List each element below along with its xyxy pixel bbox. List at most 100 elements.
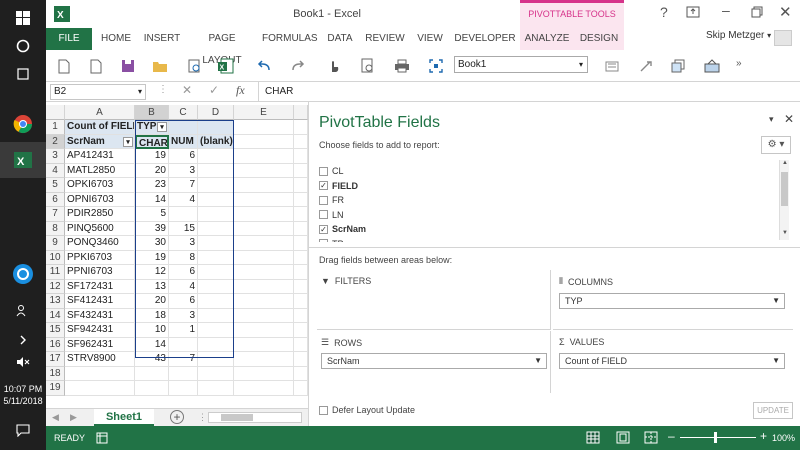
scroll-right-icon[interactable]: ▶ <box>70 412 77 423</box>
cell-blank[interactable] <box>198 149 234 164</box>
cell-char[interactable]: 43 <box>135 352 169 367</box>
rows-field-scrnam[interactable]: ScrNam ▼ <box>321 353 547 369</box>
cancel-entry-icon[interactable]: ✕ <box>182 83 192 97</box>
notification-icon[interactable] <box>0 412 46 448</box>
cell-char[interactable]: 39 <box>135 221 169 236</box>
cell-empty[interactable] <box>234 279 294 294</box>
cell-name[interactable]: OPKI6703 <box>65 178 135 193</box>
page-break-view-icon[interactable] <box>644 431 658 447</box>
columns-field-typ[interactable]: TYP ▼ <box>559 293 785 309</box>
cell-char[interactable]: 10 <box>135 323 169 338</box>
field-checkbox[interactable] <box>319 166 328 176</box>
cell-empty[interactable] <box>65 366 135 381</box>
cell-empty[interactable] <box>234 221 294 236</box>
cell-empty[interactable] <box>234 120 294 135</box>
cell-empty[interactable] <box>294 308 308 323</box>
cell-char[interactable]: 20 <box>135 294 169 309</box>
cell-name[interactable]: SF432431 <box>65 308 135 323</box>
cell-blank[interactable] <box>198 294 234 309</box>
cell-empty[interactable] <box>135 381 169 396</box>
cell-blank[interactable] <box>198 221 234 236</box>
row-header[interactable]: 9 <box>46 236 65 251</box>
defer-checkbox[interactable] <box>319 405 328 415</box>
new-sheet-icon[interactable]: + <box>170 410 184 424</box>
cell-c1[interactable] <box>169 120 198 135</box>
row-header[interactable]: 18 <box>46 366 65 381</box>
cell-empty[interactable] <box>294 337 308 352</box>
tab-developer[interactable]: DEVELOPER <box>454 28 516 50</box>
row-header[interactable]: 7 <box>46 207 65 222</box>
cell-char[interactable]: 19 <box>135 149 169 164</box>
cell-char[interactable]: 12 <box>135 265 169 280</box>
row-header[interactable]: 10 <box>46 250 65 265</box>
row-header[interactable]: 5 <box>46 178 65 193</box>
scrollbar-thumb[interactable] <box>221 414 253 421</box>
field-item[interactable]: CL <box>319 164 344 178</box>
pivot-values-header[interactable]: Count of FIELD <box>65 120 135 135</box>
field-checkbox[interactable]: ✓ <box>319 181 328 190</box>
cell-empty[interactable] <box>169 381 198 396</box>
user-account[interactable]: Skip Metzger ▾ <box>706 30 771 41</box>
cell-empty[interactable] <box>294 178 308 193</box>
format-painter-icon[interactable] <box>602 56 622 76</box>
cell-empty[interactable] <box>135 366 169 381</box>
pivot-col-num[interactable]: NUM <box>169 134 198 149</box>
chrome-icon[interactable] <box>0 106 46 142</box>
cell-num[interactable]: 8 <box>169 250 198 265</box>
tab-data[interactable]: DATA <box>324 28 356 50</box>
cell-blank[interactable] <box>198 178 234 193</box>
cell-num[interactable]: 1 <box>169 323 198 338</box>
cell-empty[interactable] <box>234 207 294 222</box>
cell-num[interactable]: 3 <box>169 236 198 251</box>
cell-name[interactable]: SF962431 <box>65 337 135 352</box>
cell-blank[interactable] <box>198 265 234 280</box>
cell-name[interactable]: PDIR2850 <box>65 207 135 222</box>
row-header[interactable]: 4 <box>46 163 65 178</box>
fit-selection-icon[interactable] <box>426 56 446 76</box>
cell-char[interactable]: 18 <box>135 308 169 323</box>
cell-num[interactable]: 4 <box>169 279 198 294</box>
tools-gear-icon[interactable]: ⚙ ▾ <box>761 136 791 154</box>
zoom-slider-thumb[interactable] <box>714 432 717 443</box>
cell-empty[interactable] <box>294 236 308 251</box>
tab-review[interactable]: REVIEW <box>364 28 406 50</box>
speaker-muted-icon[interactable] <box>0 344 46 380</box>
tab-file[interactable]: FILE <box>46 28 92 50</box>
cell-empty[interactable] <box>198 381 234 396</box>
cell-empty[interactable] <box>234 352 294 367</box>
cell-name[interactable]: PPKI6703 <box>65 250 135 265</box>
network-icon[interactable] <box>702 56 722 76</box>
cell-empty[interactable] <box>294 294 308 309</box>
column-header-b[interactable]: B <box>135 105 169 120</box>
worksheet-grid[interactable]: A B C D E 1 2 3 4 5 6 7 8 9 10 11 12 13 14 15 16 17 18 19 … <box>46 105 308 410</box>
sheet-tab-sheet1[interactable]: Sheet1 <box>94 409 154 426</box>
field-item[interactable]: FR <box>319 193 344 207</box>
cell-name[interactable]: PPNI6703 <box>65 265 135 280</box>
cell-empty[interactable] <box>234 337 294 352</box>
cell-num[interactable]: 4 <box>169 192 198 207</box>
pane-options-chevron-icon[interactable]: ▾ <box>769 114 774 125</box>
formula-input[interactable]: CHAR <box>258 82 800 102</box>
field-checkbox[interactable] <box>319 210 328 219</box>
cell-name[interactable]: PONQ3460 <box>65 236 135 251</box>
preview-icon[interactable] <box>358 56 378 76</box>
save-icon[interactable] <box>118 56 138 76</box>
cell-char[interactable]: 20 <box>135 163 169 178</box>
new-doc-icon[interactable] <box>86 56 106 76</box>
row-header[interactable]: 15 <box>46 323 65 338</box>
rows-area[interactable]: ☰ ROWS ScrNam ▼ <box>317 331 551 393</box>
excel-taskbar-icon[interactable]: X <box>0 142 46 178</box>
open-folder-icon[interactable] <box>150 56 170 76</box>
pivot-row-label[interactable]: ScrNam ▾ <box>65 134 135 149</box>
zoom-out-icon[interactable]: – <box>668 429 675 443</box>
cell-empty[interactable] <box>234 178 294 193</box>
cell-empty[interactable] <box>234 192 294 207</box>
cell-empty[interactable] <box>234 308 294 323</box>
cell-blank[interactable] <box>198 192 234 207</box>
cell-name[interactable]: SF172431 <box>65 279 135 294</box>
columns-area[interactable]: ⦀ COLUMNS TYP ▼ <box>553 270 793 330</box>
undo-icon[interactable] <box>254 56 274 76</box>
cell-name[interactable]: STRV8900 <box>65 352 135 367</box>
filters-area[interactable]: ▼ FILTERS <box>317 270 551 330</box>
cell-char[interactable]: 13 <box>135 279 169 294</box>
